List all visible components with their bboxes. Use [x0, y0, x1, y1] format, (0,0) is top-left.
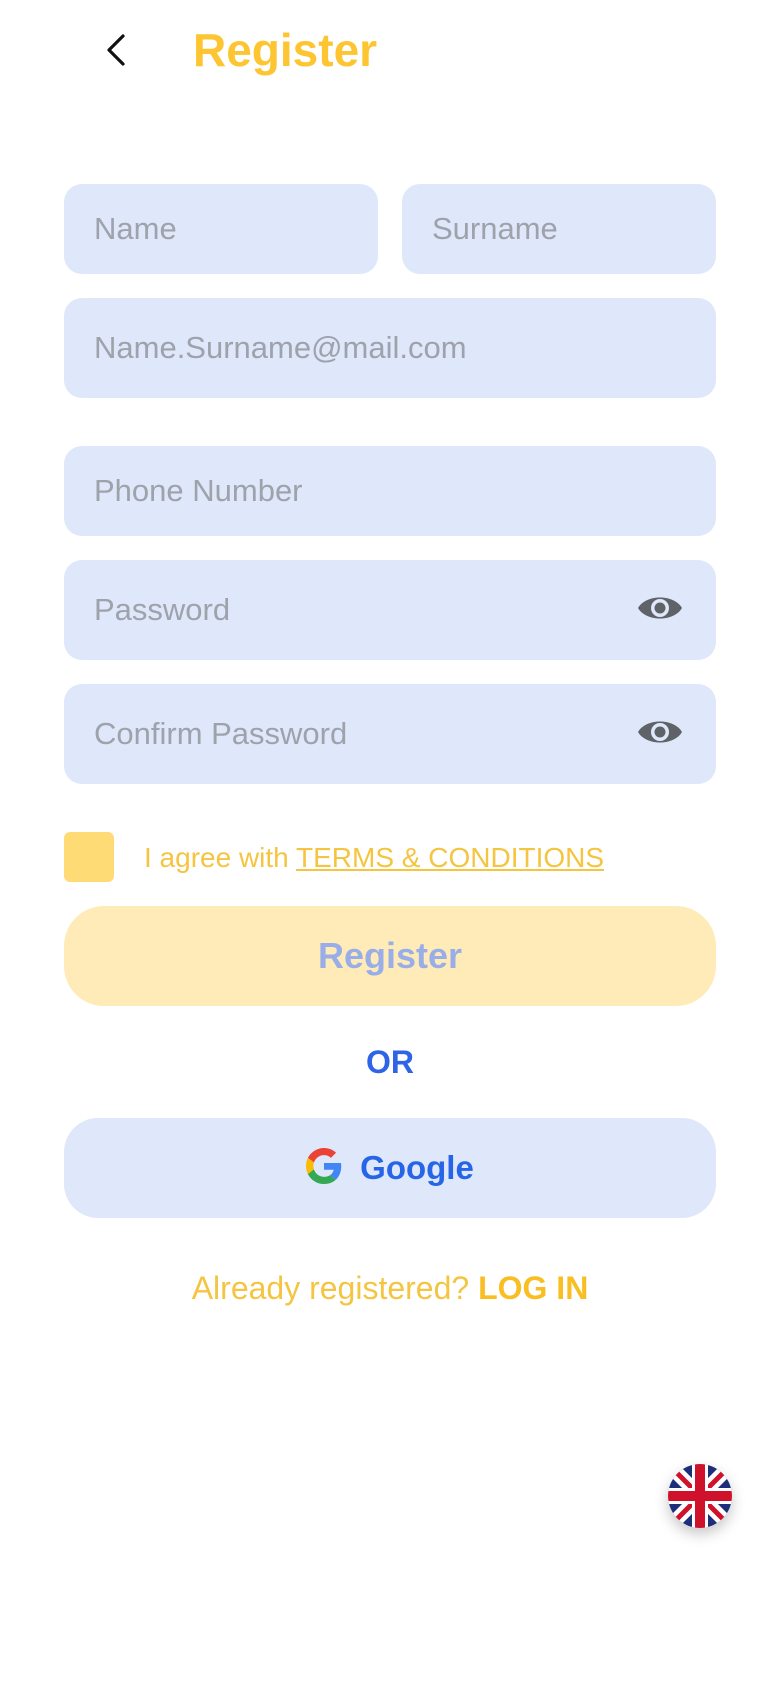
terms-agreement: I agree with TERMS & CONDITIONS — [144, 838, 604, 878]
terms-checkbox[interactable] — [64, 832, 114, 882]
language-selector[interactable] — [668, 1464, 732, 1528]
terms-link[interactable]: TERMS & CONDITIONS — [296, 842, 604, 873]
terms-agreement-prefix: I agree with — [144, 842, 297, 873]
password-input[interactable] — [94, 560, 614, 660]
or-divider: OR — [366, 1044, 414, 1080]
email-input[interactable] — [94, 298, 716, 398]
register-button[interactable]: Register — [64, 906, 716, 1006]
confirm-password-visibility-toggle[interactable] — [636, 716, 684, 752]
surname-field[interactable] — [402, 184, 716, 274]
header: Register — [0, 0, 780, 110]
name-field[interactable] — [64, 184, 378, 274]
password-visibility-toggle[interactable] — [636, 592, 684, 628]
login-prompt-text: Already registered? — [191, 1270, 479, 1306]
chevron-left-icon — [105, 33, 127, 72]
confirm-password-field[interactable] — [64, 684, 716, 784]
google-logo-icon — [306, 1147, 342, 1189]
password-field[interactable] — [64, 560, 716, 660]
eye-icon — [636, 715, 684, 754]
google-signin-button[interactable]: Google — [64, 1118, 716, 1218]
login-prompt: Already registered? LOG IN — [0, 1266, 780, 1310]
email-field[interactable] — [64, 298, 716, 398]
login-link[interactable]: LOG IN — [478, 1270, 588, 1306]
uk-flag-icon — [668, 1464, 732, 1528]
confirm-password-input[interactable] — [94, 684, 614, 784]
eye-icon — [636, 591, 684, 630]
page-title: Register — [193, 24, 378, 76]
back-button[interactable] — [96, 30, 136, 74]
name-input[interactable] — [94, 184, 378, 274]
phone-field[interactable] — [64, 446, 716, 536]
phone-input[interactable] — [94, 446, 716, 536]
surname-input[interactable] — [432, 184, 716, 274]
google-button-label: Google — [360, 1149, 474, 1186]
